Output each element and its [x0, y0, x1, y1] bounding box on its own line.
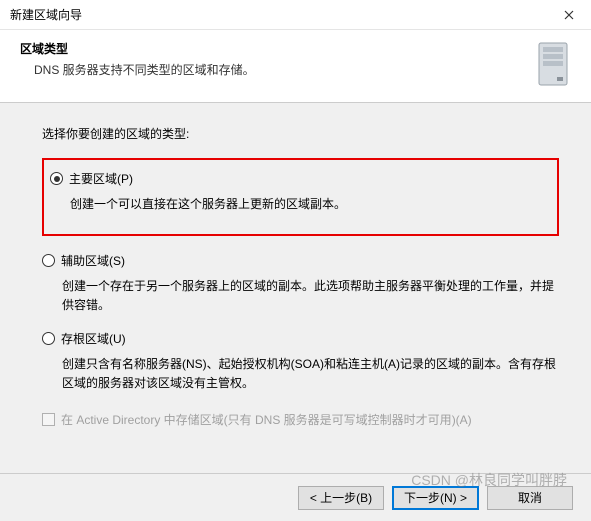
checkbox-icon	[42, 413, 55, 426]
server-icon	[533, 40, 573, 88]
radio-primary-label: 主要区域(P)	[69, 170, 133, 187]
checkbox-label: 在 Active Directory 中存储区域(只有 DNS 服务器是可写域控…	[61, 411, 472, 428]
radio-stub-label: 存根区域(U)	[61, 330, 126, 347]
radio-icon	[42, 332, 55, 345]
close-button[interactable]	[546, 0, 591, 30]
radio-secondary-label: 辅助区域(S)	[61, 252, 125, 269]
option-secondary: 辅助区域(S) 创建一个存在于另一个服务器上的区域的副本。此选项帮助主服务器平衡…	[42, 252, 559, 315]
radio-icon	[50, 172, 63, 185]
window-title: 新建区域向导	[10, 6, 82, 23]
highlighted-option: 主要区域(P) 创建一个可以直接在这个服务器上更新的区域副本。	[42, 158, 559, 236]
store-in-ad-checkbox: 在 Active Directory 中存储区域(只有 DNS 服务器是可写域控…	[42, 411, 559, 428]
radio-primary-desc: 创建一个可以直接在这个服务器上更新的区域副本。	[50, 195, 549, 214]
close-icon	[564, 10, 574, 20]
header-subtitle: DNS 服务器支持不同类型的区域和存储。	[20, 61, 533, 78]
radio-stub-zone[interactable]: 存根区域(U)	[42, 330, 559, 347]
radio-secondary-zone[interactable]: 辅助区域(S)	[42, 252, 559, 269]
wizard-content: 选择你要创建的区域的类型: 主要区域(P) 创建一个可以直接在这个服务器上更新的…	[0, 103, 591, 473]
radio-stub-desc: 创建只含有名称服务器(NS)、起始授权机构(SOA)和粘连主机(A)记录的区域的…	[42, 355, 559, 393]
content-prompt: 选择你要创建的区域的类型:	[42, 125, 559, 142]
back-button[interactable]: < 上一步(B)	[298, 486, 384, 510]
radio-primary-zone[interactable]: 主要区域(P)	[50, 170, 549, 187]
cancel-button[interactable]: 取消	[487, 486, 573, 510]
option-stub: 存根区域(U) 创建只含有名称服务器(NS)、起始授权机构(SOA)和粘连主机(…	[42, 330, 559, 393]
radio-secondary-desc: 创建一个存在于另一个服务器上的区域的副本。此选项帮助主服务器平衡处理的工作量，并…	[42, 277, 559, 315]
header-title: 区域类型	[20, 40, 533, 57]
titlebar: 新建区域向导	[0, 0, 591, 30]
wizard-header: 区域类型 DNS 服务器支持不同类型的区域和存储。	[0, 30, 591, 103]
next-button[interactable]: 下一步(N) >	[392, 486, 479, 510]
header-text: 区域类型 DNS 服务器支持不同类型的区域和存储。	[20, 40, 533, 78]
radio-icon	[42, 254, 55, 267]
wizard-footer: < 上一步(B) 下一步(N) > 取消	[0, 473, 591, 521]
